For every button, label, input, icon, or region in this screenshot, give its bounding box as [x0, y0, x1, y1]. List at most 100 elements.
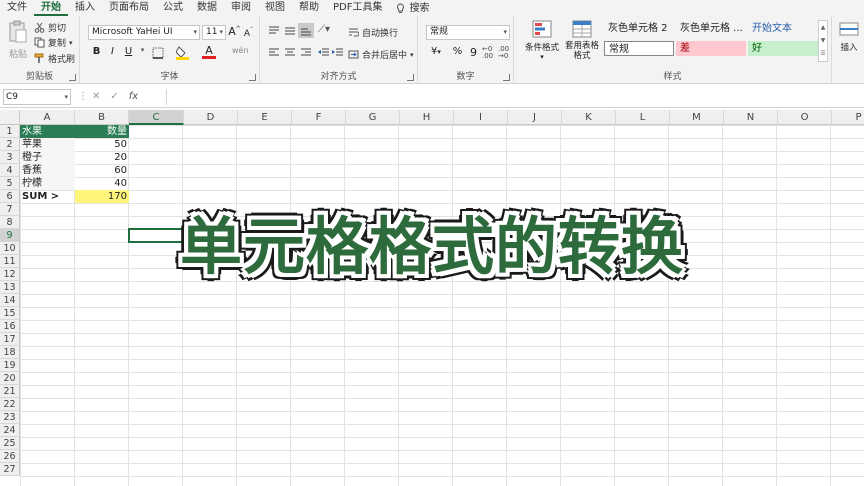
- font-launcher-icon[interactable]: [249, 74, 256, 81]
- tab-help[interactable]: 帮助: [292, 0, 326, 16]
- select-all-corner[interactable]: [0, 110, 20, 125]
- insert-cells-button[interactable]: 插入: [834, 20, 864, 53]
- row-header-22[interactable]: 22: [0, 398, 20, 411]
- enter-icon[interactable]: ✓: [110, 89, 118, 105]
- alignment-launcher-icon[interactable]: [407, 74, 414, 81]
- italic-button[interactable]: I: [106, 46, 119, 57]
- align-top-icon[interactable]: [268, 26, 280, 36]
- tab-page-layout[interactable]: 页面布局: [102, 0, 156, 16]
- align-left-icon[interactable]: [268, 48, 280, 58]
- cell-a2[interactable]: 苹果: [20, 138, 75, 151]
- paste-button[interactable]: 粘贴: [6, 20, 30, 60]
- font-size-select[interactable]: 11 ▾: [202, 25, 226, 40]
- align-center-icon[interactable]: [284, 48, 296, 58]
- column-header-o[interactable]: O: [778, 110, 832, 125]
- bold-button[interactable]: B: [90, 46, 103, 57]
- number-format-select[interactable]: 常规 ▾: [426, 25, 510, 40]
- align-middle-icon[interactable]: [284, 26, 296, 36]
- copy-button[interactable]: 复制 ▾: [34, 36, 73, 49]
- style-gray-cell[interactable]: 灰色单元格 ...: [676, 21, 746, 36]
- style-bad[interactable]: 差: [676, 41, 746, 56]
- column-header-l[interactable]: L: [616, 110, 670, 125]
- tab-view[interactable]: 视图: [258, 0, 292, 16]
- align-right-icon[interactable]: [300, 48, 312, 58]
- name-box[interactable]: C9 ▾: [3, 89, 71, 105]
- column-header-h[interactable]: H: [400, 110, 454, 125]
- align-bottom-button[interactable]: [298, 23, 314, 38]
- number-launcher-icon[interactable]: [503, 74, 510, 81]
- column-header-b[interactable]: B: [75, 110, 129, 125]
- tab-data[interactable]: 数据: [190, 0, 224, 16]
- cancel-icon[interactable]: ✕: [92, 89, 100, 105]
- cell-b1[interactable]: 数量: [75, 125, 129, 138]
- column-header-e[interactable]: E: [238, 110, 292, 125]
- row-header-5[interactable]: 5: [0, 177, 20, 190]
- phonetic-icon[interactable]: wén: [232, 46, 249, 55]
- cell-a5[interactable]: 柠檬: [20, 177, 75, 190]
- conditional-format-button[interactable]: 条件格式 ▾: [522, 20, 562, 61]
- tab-pdf-tools[interactable]: PDF工具集: [326, 0, 389, 16]
- wrap-text-button[interactable]: 自动换行: [348, 26, 398, 39]
- comma-style-button[interactable]: 9: [467, 46, 480, 59]
- decrease-indent-icon[interactable]: [318, 48, 330, 58]
- borders-button[interactable]: [152, 47, 164, 62]
- column-header-k[interactable]: K: [562, 110, 616, 125]
- format-painter-button[interactable]: 格式刷: [34, 52, 75, 65]
- tab-review[interactable]: 审阅: [224, 0, 258, 16]
- column-header-a[interactable]: A: [20, 110, 75, 125]
- currency-button[interactable]: ¥▾: [426, 46, 446, 57]
- tab-file[interactable]: 文件: [0, 0, 34, 16]
- underline-button[interactable]: U: [122, 46, 135, 57]
- style-gray-cell-2[interactable]: 灰色单元格 2: [604, 21, 674, 36]
- formula-input[interactable]: [166, 89, 860, 105]
- column-header-g[interactable]: G: [346, 110, 400, 125]
- row-header-26[interactable]: 26: [0, 450, 20, 463]
- tab-search[interactable]: 搜索: [389, 0, 436, 16]
- style-normal[interactable]: 常规: [604, 41, 674, 56]
- cell-a3[interactable]: 橙子: [20, 151, 75, 164]
- styles-gallery-scroll[interactable]: ▲ ▼ ☰: [818, 20, 828, 62]
- increase-indent-icon[interactable]: [332, 48, 344, 58]
- cell-b2[interactable]: 50: [75, 138, 129, 151]
- row-header-23[interactable]: 23: [0, 411, 20, 424]
- column-header-n[interactable]: N: [724, 110, 778, 125]
- merge-center-button[interactable]: 合并后居中 ▾: [348, 48, 414, 61]
- font-color-button[interactable]: A: [202, 44, 216, 59]
- row-header-4[interactable]: 4: [0, 164, 20, 177]
- row-header-3[interactable]: 3: [0, 151, 20, 164]
- cell-b5[interactable]: 40: [75, 177, 129, 190]
- column-header-p[interactable]: P: [832, 110, 864, 125]
- clipboard-launcher-icon[interactable]: [69, 74, 76, 81]
- row-header-15[interactable]: 15: [0, 307, 20, 320]
- tab-formulas[interactable]: 公式: [156, 0, 190, 16]
- decrease-decimal-icon[interactable]: .00 →0: [498, 46, 509, 60]
- row-header-21[interactable]: 21: [0, 385, 20, 398]
- column-header-f[interactable]: F: [292, 110, 346, 125]
- column-header-i[interactable]: I: [454, 110, 508, 125]
- column-header-m[interactable]: M: [670, 110, 724, 125]
- column-header-d[interactable]: D: [184, 110, 238, 125]
- chevron-down-icon[interactable]: ▾: [136, 46, 149, 54]
- row-header-25[interactable]: 25: [0, 437, 20, 450]
- percent-button[interactable]: %: [451, 46, 464, 57]
- row-header-18[interactable]: 18: [0, 346, 20, 359]
- style-start-text[interactable]: 开始文本: [748, 21, 818, 36]
- font-name-select[interactable]: Microsoft YaHei UI ▾: [88, 25, 200, 40]
- cell-a4[interactable]: 香蕉: [20, 164, 75, 177]
- tab-insert[interactable]: 插入: [68, 0, 102, 16]
- row-header-27[interactable]: 27: [0, 463, 20, 476]
- row-header-14[interactable]: 14: [0, 294, 20, 307]
- cell-a1[interactable]: 水果: [20, 125, 75, 138]
- fill-color-button[interactable]: [175, 45, 189, 63]
- format-as-table-button[interactable]: 套用表格格式: [560, 20, 604, 61]
- tab-home[interactable]: 开始: [34, 0, 68, 16]
- row-header-17[interactable]: 17: [0, 333, 20, 346]
- column-header-c[interactable]: C: [129, 110, 184, 125]
- row-header-2[interactable]: 2: [0, 138, 20, 151]
- orientation-icon[interactable]: ⟋▾: [318, 24, 330, 35]
- cut-button[interactable]: 剪切: [34, 21, 66, 34]
- style-good[interactable]: 好: [748, 41, 818, 56]
- column-header-j[interactable]: J: [508, 110, 562, 125]
- increase-decimal-icon[interactable]: ←0.00: [482, 46, 493, 60]
- row-header-16[interactable]: 16: [0, 320, 20, 333]
